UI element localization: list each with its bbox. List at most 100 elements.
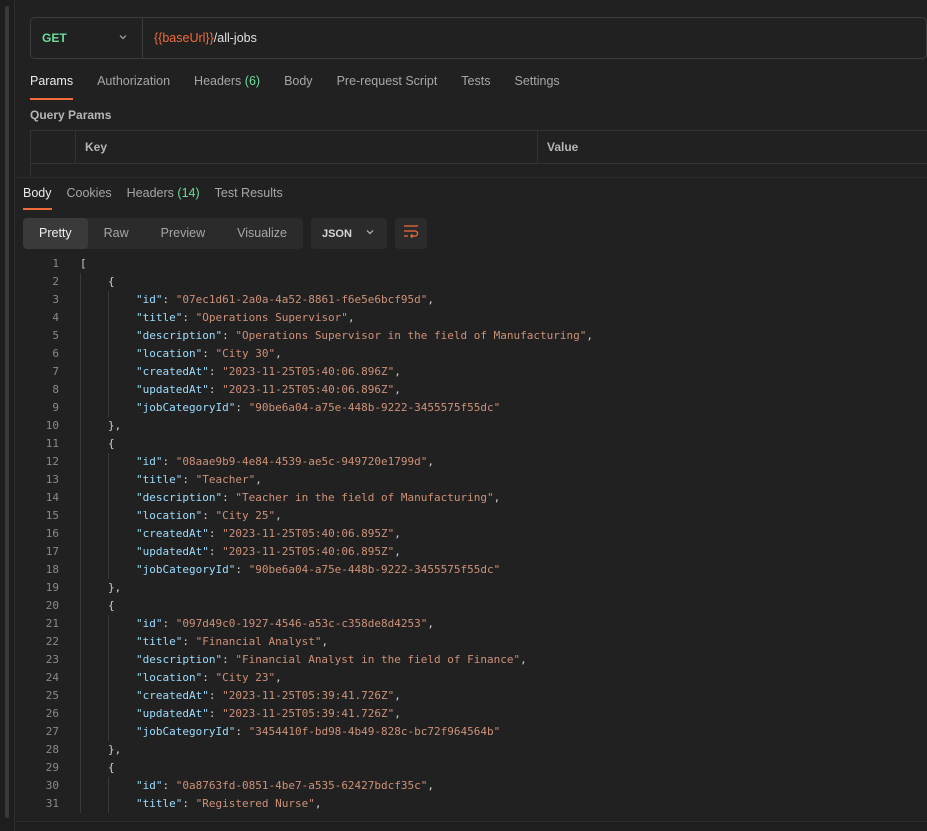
code-text: "createdAt": "2023-11-25T05:40:06.896Z",	[136, 365, 401, 378]
tab-count: (14)	[177, 186, 200, 200]
url-variable: {{baseUrl}}	[154, 31, 214, 45]
format-select[interactable]: JSON	[310, 218, 387, 249]
code-line: 7 "createdAt": "2023-11-25T05:40:06.896Z"…	[16, 363, 927, 381]
request-tabs: Params Authorization Headers (6) Body Pr…	[30, 72, 584, 100]
line-number: 29	[45, 761, 59, 774]
tab-label: Tests	[461, 74, 491, 88]
code-text: "location": "City 25",	[136, 509, 282, 522]
code-line: 27 "jobCategoryId": "3454410f-bd98-4b49-8…	[16, 723, 927, 741]
tab-label: Cookies	[66, 186, 112, 200]
line-number: 30	[45, 779, 59, 792]
tab-label: Headers	[126, 186, 174, 200]
indent-guide	[108, 291, 109, 417]
tab-label: Body	[284, 74, 313, 88]
left-scrollbar[interactable]	[0, 0, 15, 831]
code-line: 20 {	[16, 597, 927, 615]
code-text: {	[108, 275, 115, 288]
bottom-scrollbar[interactable]	[16, 821, 927, 831]
code-line: 31 "title": "Registered Nurse",	[16, 795, 927, 813]
response-tabs: Body Cookies Headers (14) Test Results	[23, 186, 298, 210]
method-select[interactable]: GET	[31, 18, 143, 58]
tab-params[interactable]: Params	[30, 72, 74, 100]
code-text: },	[108, 743, 122, 756]
tab-settings[interactable]: Settings	[514, 72, 559, 100]
line-number: 8	[52, 383, 59, 396]
chevron-down-icon	[365, 227, 375, 240]
line-number: 12	[45, 455, 59, 468]
table-header-row: Key Value	[31, 131, 927, 164]
tab-response-headers[interactable]: Headers (14)	[127, 186, 200, 210]
line-number: 21	[45, 617, 59, 630]
code-text: {	[108, 437, 115, 450]
line-number: 6	[52, 347, 59, 360]
query-params-table: Key Value	[30, 130, 927, 178]
indent-guide	[108, 615, 109, 741]
line-number: 9	[52, 401, 59, 414]
indent-guide	[80, 273, 81, 813]
code-text: "jobCategoryId": "3454410f-bd98-4b49-828…	[136, 725, 501, 738]
code-line: 30 "id": "0a8763fd-0851-4be7-a535-62427bd…	[16, 777, 927, 795]
code-line: 24 "location": "City 23",	[16, 669, 927, 687]
code-text: "updatedAt": "2023-11-25T05:40:06.896Z",	[136, 383, 401, 396]
tab-headers[interactable]: Headers (6)	[194, 72, 260, 100]
code-line: 2{	[16, 273, 927, 291]
line-number: 15	[45, 509, 59, 522]
code-text: },	[108, 419, 122, 432]
tab-label: Headers	[194, 74, 242, 88]
view-preview-button[interactable]: Preview	[145, 218, 221, 249]
tab-tests[interactable]: Tests	[461, 72, 490, 100]
url-path: /all-jobs	[213, 31, 257, 45]
code-text: "location": "City 30",	[136, 347, 282, 360]
code-line: 6 "location": "City 30",	[16, 345, 927, 363]
code-text: "updatedAt": "2023-11-25T05:40:06.895Z",	[136, 545, 401, 558]
line-number: 16	[45, 527, 59, 540]
line-number: 4	[52, 311, 59, 324]
code-text: "updatedAt": "2023-11-25T05:39:41.726Z",	[136, 707, 401, 720]
response-panel: Body Cookies Headers (14) Test Results P…	[16, 177, 927, 831]
view-visualize-button[interactable]: Visualize	[221, 218, 303, 249]
code-text: "jobCategoryId": "90be6a04-a75e-448b-922…	[136, 401, 501, 414]
line-number: 13	[45, 473, 59, 486]
line-number: 11	[45, 437, 59, 450]
code-line: 16 "createdAt": "2023-11-25T05:40:06.895Z…	[16, 525, 927, 543]
code-text: "id": "0a8763fd-0851-4be7-a535-62427bdcf…	[136, 779, 435, 792]
line-number: 23	[45, 653, 59, 666]
line-number: 18	[45, 563, 59, 576]
tab-test-results[interactable]: Test Results	[215, 186, 283, 210]
tab-cookies[interactable]: Cookies	[67, 186, 112, 210]
wrap-lines-button[interactable]	[394, 218, 427, 249]
method-label: GET	[42, 31, 67, 45]
line-number: 24	[45, 671, 59, 684]
url-input[interactable]: {{baseUrl}}/all-jobs	[143, 31, 257, 45]
code-line: 22 "title": "Financial Analyst",	[16, 633, 927, 651]
tab-authorization[interactable]: Authorization	[97, 72, 170, 100]
line-number: 17	[45, 545, 59, 558]
code-line: 26 "updatedAt": "2023-11-25T05:39:41.726Z…	[16, 705, 927, 723]
line-number: 26	[45, 707, 59, 720]
code-line: 25 "createdAt": "2023-11-25T05:39:41.726Z…	[16, 687, 927, 705]
code-text: "createdAt": "2023-11-25T05:39:41.726Z",	[136, 689, 401, 702]
left-scrollbar-thumb[interactable]	[5, 6, 9, 818]
view-raw-button[interactable]: Raw	[88, 218, 145, 249]
wrap-lines-icon	[403, 224, 419, 243]
code-text: },	[108, 581, 122, 594]
tab-body[interactable]: Body	[284, 72, 313, 100]
line-number: 27	[45, 725, 59, 738]
view-mode-toggle: Pretty Raw Preview Visualize	[23, 218, 303, 249]
tab-pre-request-script[interactable]: Pre-request Script	[337, 72, 438, 100]
tab-label: Pre-request Script	[336, 74, 438, 88]
view-toolbar: Pretty Raw Preview Visualize JSON	[23, 218, 427, 249]
checkbox-column	[31, 131, 76, 163]
code-text: "title": "Operations Supervisor",	[136, 311, 355, 324]
code-line: 28},	[16, 741, 927, 759]
line-number: 22	[45, 635, 59, 648]
response-code-view[interactable]: 1[2{3 "id": "07ec1d61-2a0a-4a52-8861-f6e5…	[16, 255, 927, 815]
code-text: "jobCategoryId": "90be6a04-a75e-448b-922…	[136, 563, 501, 576]
line-number: 5	[52, 329, 59, 342]
tab-response-body[interactable]: Body	[23, 186, 52, 210]
tab-count: (6)	[244, 74, 261, 88]
code-text: "id": "07ec1d61-2a0a-4a52-8861-f6e5e6bcf…	[136, 293, 435, 306]
code-line: 21 "id": "097d49c0-1927-4546-a53c-c358de8…	[16, 615, 927, 633]
code-line: 5 "description": "Operations Supervisor i…	[16, 327, 927, 345]
view-pretty-button[interactable]: Pretty	[23, 218, 88, 249]
